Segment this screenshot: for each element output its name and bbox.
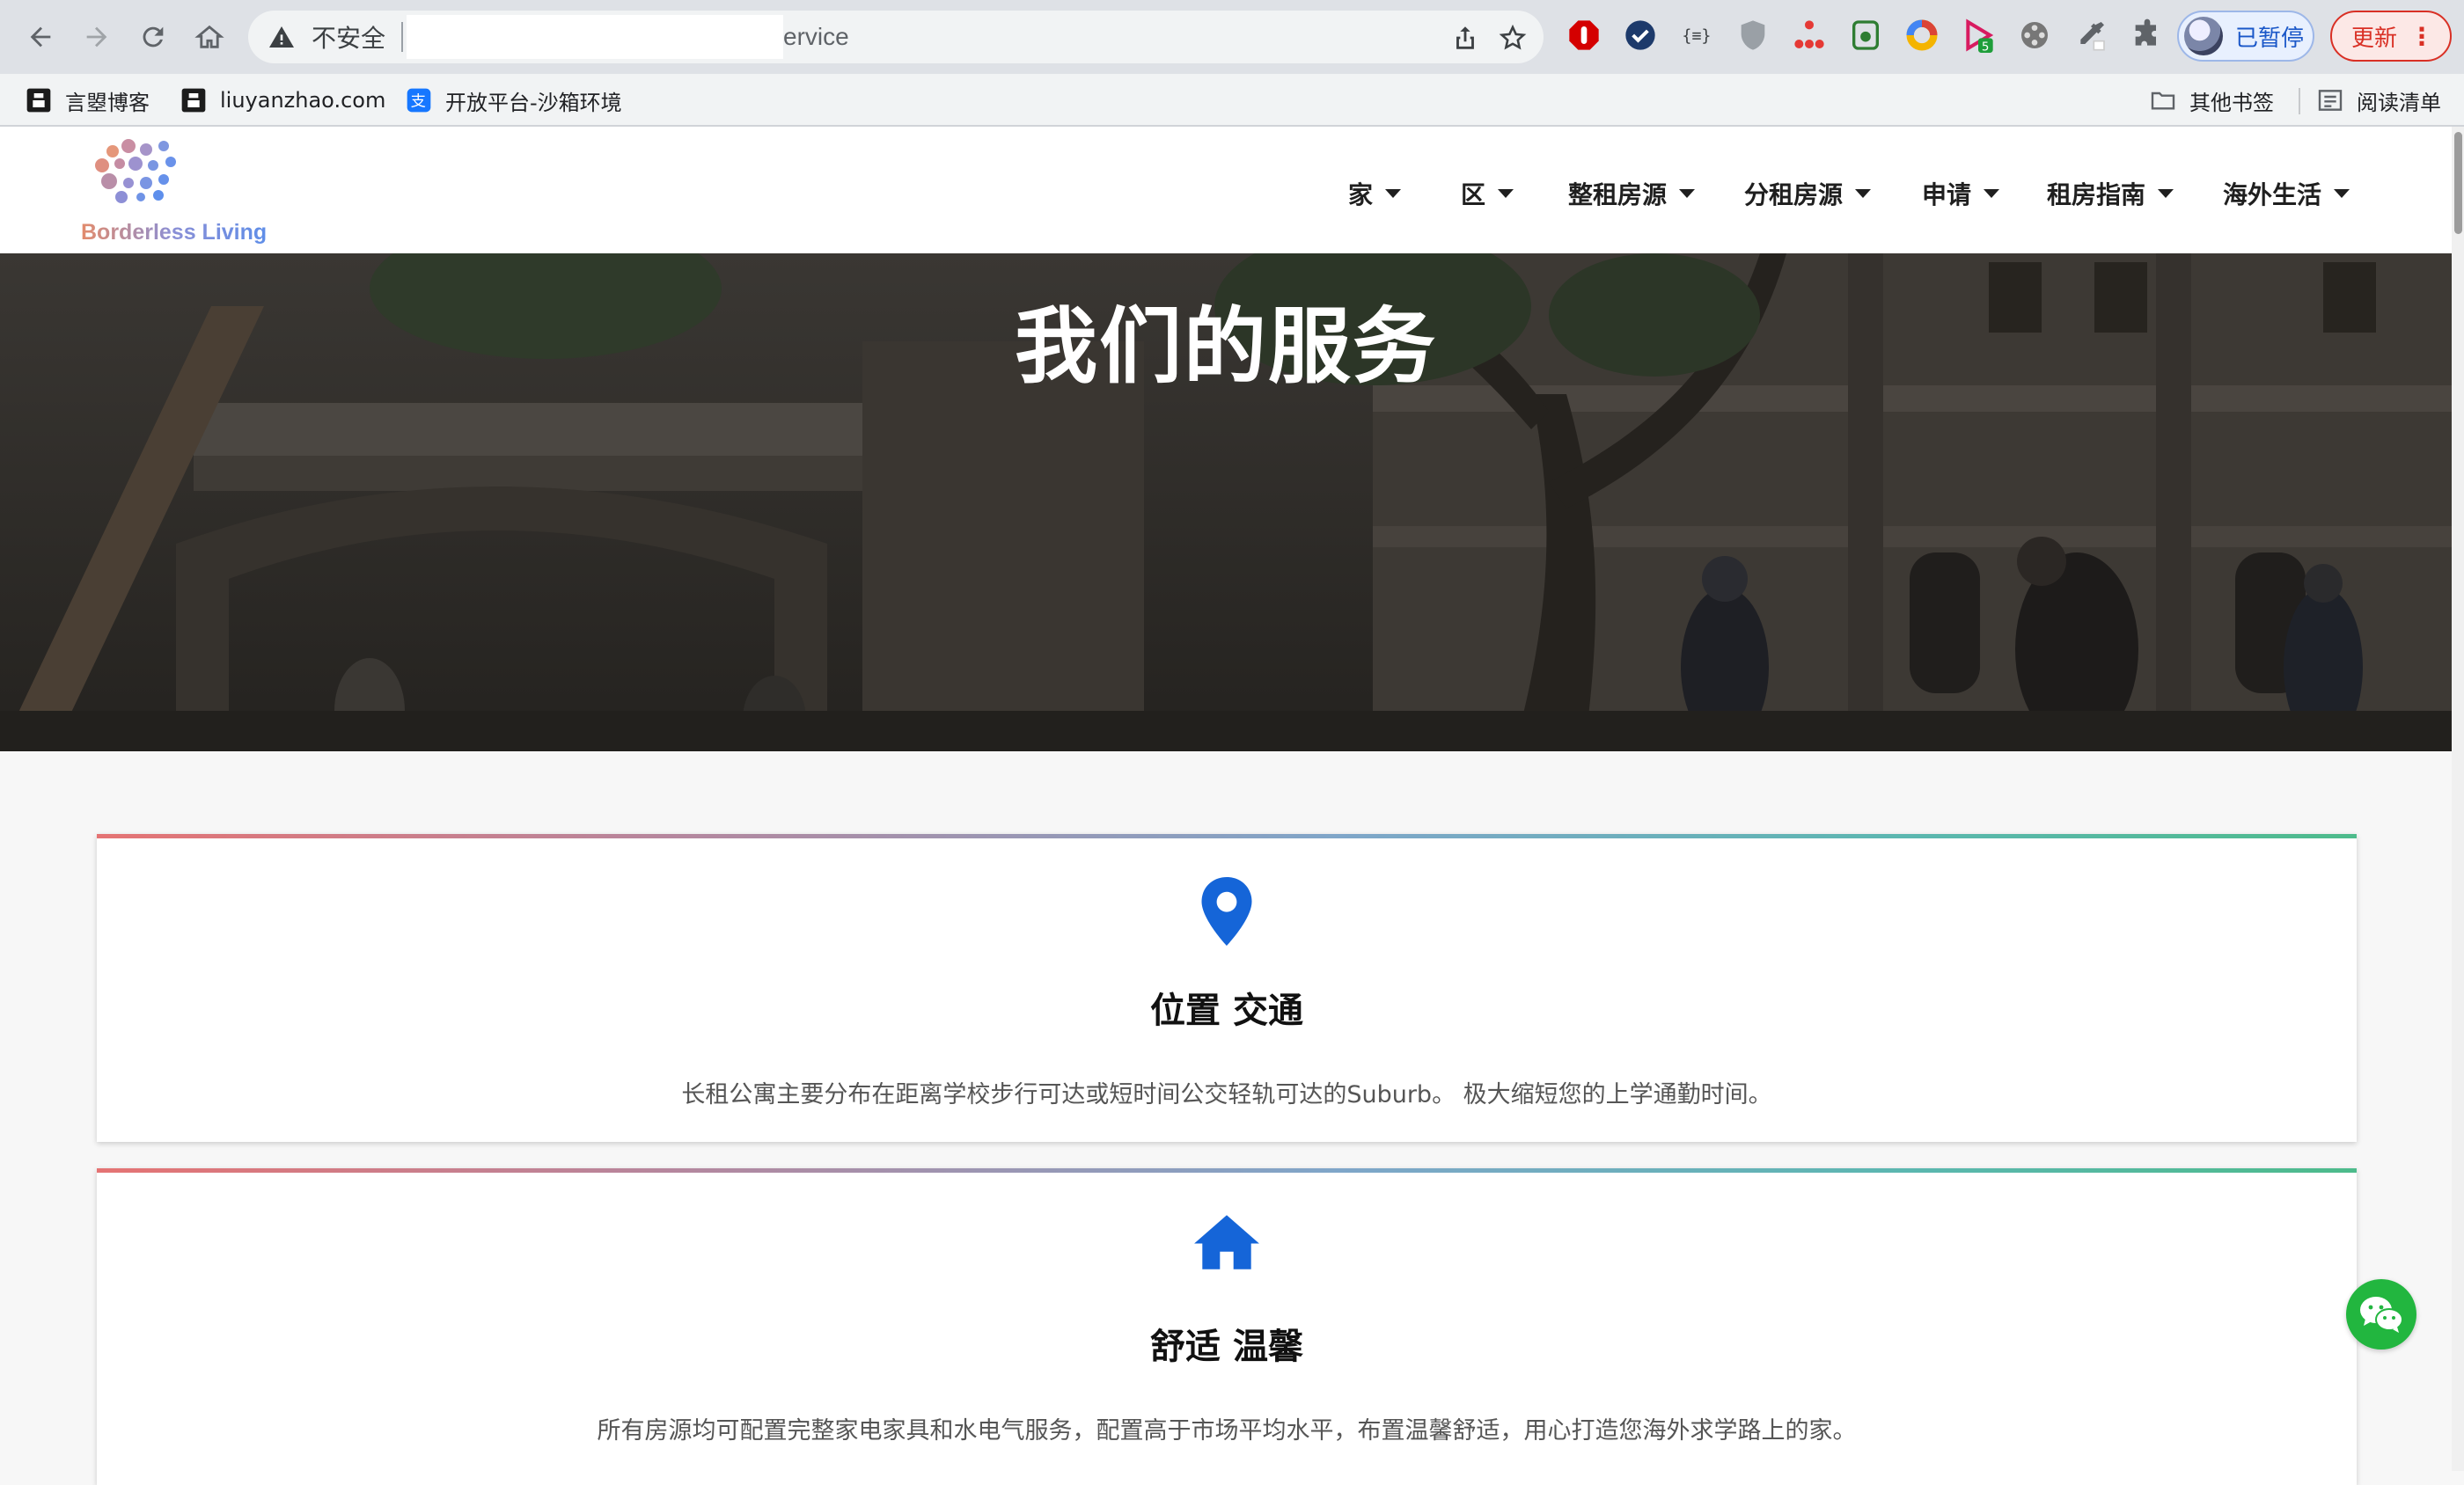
service-card-comfort: 舒适 温馨 所有房源均可配置完整家电家具和水电气服务，配置高于市场平均水平，布置…: [97, 1168, 2357, 1485]
profile-button[interactable]: 已暂停: [2177, 11, 2314, 62]
logo-dots-icon: [95, 139, 176, 203]
nav-item-overseas-life[interactable]: 海外生活: [2223, 176, 2350, 211]
share-icon[interactable]: [1450, 23, 1480, 53]
more-vertical-icon: ⋮: [2409, 21, 2435, 51]
profile-status-label: 已暂停: [2235, 25, 2305, 52]
forward-button[interactable]: [76, 16, 118, 58]
card-description: 长租公寓主要分布在距离学校步行可达或短时间公交轻轨可达的Suburb。 极大缩短…: [681, 1081, 1772, 1108]
card-accent-line: [97, 1168, 2357, 1173]
card-accent-line: [97, 834, 2357, 838]
address-bar[interactable]: 不安全 ervice: [248, 11, 1544, 63]
url-text[interactable]: ervice: [783, 23, 849, 51]
sitemap-extension-icon[interactable]: [1792, 18, 1827, 53]
bookmark-favicon: [26, 88, 51, 113]
play-extension-icon[interactable]: 5: [1961, 18, 1996, 53]
nav-item-rental-guide[interactable]: 租房指南: [2047, 176, 2174, 211]
star-icon[interactable]: [1498, 23, 1528, 53]
eyedropper-extension-icon[interactable]: [2073, 18, 2108, 53]
nav-item-home[interactable]: 家: [1348, 176, 1402, 211]
json-extension-icon[interactable]: {≡}: [1679, 18, 1714, 53]
page-scrollbar[interactable]: [2452, 127, 2464, 1471]
home-icon: [1194, 1215, 1259, 1269]
reading-list-button[interactable]: 阅读清单: [2316, 83, 2441, 118]
svg-text:{≡}: {≡}: [1682, 27, 1711, 46]
browser-toolbar: 不安全 ervice {≡} 5 已暂停 更新 ⋮: [0, 0, 2464, 74]
hero-banner: 我们的服务: [0, 253, 2452, 751]
bookmark-favicon: [181, 88, 206, 113]
color-ring-extension-icon[interactable]: [1904, 18, 1940, 53]
card-title: 舒适 温馨: [1150, 1327, 1303, 1367]
logo-text: Borderless Living: [81, 220, 268, 245]
caret-down-icon: [1679, 189, 1696, 198]
nav-item-label: 租房指南: [2047, 180, 2146, 209]
bookmark-item[interactable]: 支 开放平台-沙箱环境: [405, 83, 622, 118]
bookmarks-bar: 言曌博客 liuyanzhao.com 支 开放平台-沙箱环境 其他书签 阅读清…: [0, 74, 2464, 127]
leaf-extension-icon[interactable]: [1848, 18, 1883, 53]
bookmark-item[interactable]: liuyanzhao.com: [180, 83, 385, 118]
caret-down-icon: [2334, 189, 2350, 198]
caret-down-icon: [1984, 189, 2000, 198]
caret-down-icon: [2158, 189, 2174, 198]
update-button[interactable]: 更新 ⋮: [2330, 11, 2452, 62]
nav-item-label: 区: [1461, 180, 1486, 209]
nav-item-label: 海外生活: [2223, 180, 2322, 209]
caret-down-icon: [1498, 189, 1514, 198]
card-title: 位置 交通: [1150, 991, 1303, 1031]
adblock-extension-icon[interactable]: [1566, 18, 1602, 53]
nav-item-label: 分租房源: [1744, 180, 1844, 209]
bookmark-label: liuyanzhao.com: [220, 88, 386, 113]
warning-triangle-icon: [269, 26, 294, 48]
film-extension-icon[interactable]: [2017, 18, 2052, 53]
wechat-icon: [2360, 1297, 2403, 1333]
card-description: 所有房源均可配置完整家电家具和水电气服务，配置高于市场平均水平，布置温馨舒适，用…: [597, 1417, 1857, 1445]
reload-button[interactable]: [132, 16, 174, 58]
other-bookmarks-folder[interactable]: 其他书签: [2149, 83, 2274, 118]
bookmarks-divider: [2299, 88, 2300, 114]
home-outline-icon: [194, 25, 224, 48]
security-status[interactable]: 不安全: [312, 19, 385, 55]
nav-item-label: 整租房源: [1568, 180, 1668, 209]
map-pin-icon: [1201, 877, 1252, 946]
nav-item-label: 申请: [1922, 180, 1972, 209]
update-label: 更新: [2351, 25, 2398, 52]
nav-item-district[interactable]: 区: [1461, 176, 1514, 211]
back-button[interactable]: [19, 16, 62, 58]
caret-down-icon: [1385, 189, 1402, 198]
other-bookmarks-label: 其他书签: [2189, 90, 2274, 115]
scrollbar-thumb[interactable]: [2454, 132, 2462, 234]
bookmark-item[interactable]: 言曌博客: [25, 83, 150, 118]
puzzle-extensions-icon[interactable]: [2130, 18, 2165, 53]
caret-down-icon: [1855, 189, 1872, 198]
nav-item-shared-rental[interactable]: 分租房源: [1744, 176, 1872, 211]
wechat-chat-button[interactable]: [2346, 1279, 2416, 1350]
nav-item-whole-rental[interactable]: 整租房源: [1568, 176, 1696, 211]
omnibox-divider: [401, 22, 404, 52]
bookmark-label: 言曌博客: [65, 90, 150, 115]
nav-item-label: 家: [1348, 180, 1374, 209]
page-title: 我们的服务: [1014, 299, 1437, 395]
url-redacted: [407, 15, 784, 59]
shield-extension-icon[interactable]: [1735, 18, 1771, 53]
home-button[interactable]: [188, 16, 231, 58]
arrow-right-icon: [86, 26, 107, 48]
site-header: Borderless Living 家 区 整租房源 分租房源 申请 租房指南 …: [0, 127, 2452, 253]
avatar: [2184, 17, 2223, 55]
extension-badge: 5: [1982, 41, 1989, 54]
nav-item-apply[interactable]: 申请: [1922, 176, 2000, 211]
reload-icon: [143, 26, 164, 48]
reading-list-icon: [2318, 90, 2343, 111]
service-card-location: 位置 交通 长租公寓主要分布在距离学校步行可达或短时间公交轻轨可达的Suburb…: [97, 834, 2357, 1142]
arrow-left-icon: [30, 26, 51, 48]
alipay-icon: 支: [407, 88, 431, 113]
folder-icon: [2151, 91, 2175, 110]
site-logo[interactable]: Borderless Living: [77, 132, 271, 252]
check-extension-icon[interactable]: [1623, 18, 1658, 53]
reading-list-label: 阅读清单: [2357, 90, 2441, 115]
bookmark-label: 开放平台-沙箱环境: [445, 90, 622, 115]
svg-text:支: 支: [411, 93, 426, 111]
